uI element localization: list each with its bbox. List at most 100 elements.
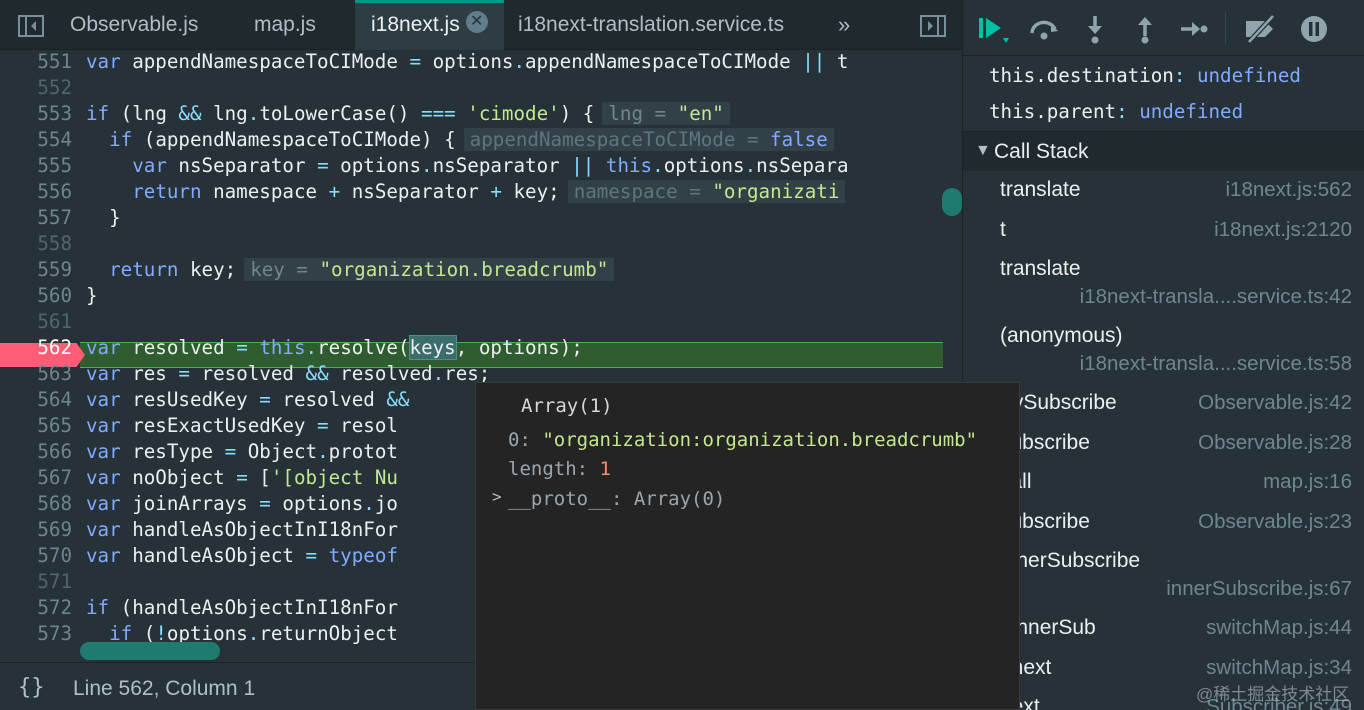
code-line[interactable]: 555 var nsSeparator = options.nsSeparato… bbox=[0, 153, 943, 179]
array-item[interactable]: 0: "organization:organization.breadcrumb… bbox=[508, 429, 977, 451]
frame-location: Observable.js:42 bbox=[1198, 391, 1352, 414]
line-number[interactable]: 569 bbox=[0, 517, 72, 543]
frame-location: i18next.js:562 bbox=[1225, 178, 1352, 201]
toolbar-separator bbox=[1225, 12, 1226, 44]
line-number[interactable]: 561 bbox=[0, 309, 72, 335]
frame-location: switchMap.js:44 bbox=[1206, 616, 1352, 639]
scope-key: this.destination bbox=[989, 64, 1174, 87]
code-text: return key; key = "organization.breadcrum… bbox=[86, 257, 615, 283]
call-stack-header[interactable]: ▼ Call Stack bbox=[963, 131, 1364, 171]
code-text: var noObject = ['[object Nu bbox=[86, 466, 398, 489]
call-stack-frame[interactable]: innerSubscribe innerSubscribe.js:67 bbox=[963, 545, 1364, 612]
call-stack-frame[interactable]: translate i18next-transla....service.ts:4… bbox=[963, 253, 1364, 320]
line-number[interactable]: 552 bbox=[0, 75, 72, 101]
code-text: if (handleAsObjectInI18nFor bbox=[86, 596, 398, 619]
line-number[interactable]: 564 bbox=[0, 387, 72, 413]
tab-1[interactable]: map.js bbox=[238, 0, 332, 50]
code-text: var resolved = this.resolve(keys, option… bbox=[86, 335, 583, 360]
call-stack-frame[interactable]: subscribe Observable.js:28 bbox=[963, 427, 1364, 467]
expand-chevron-icon[interactable]: > bbox=[492, 487, 502, 506]
line-number[interactable]: 553 bbox=[0, 101, 72, 127]
code-line[interactable]: 554 if (appendNamespaceToCIMode) {append… bbox=[0, 127, 943, 153]
pause-on-exceptions-icon[interactable] bbox=[1297, 12, 1331, 46]
call-stack-frame[interactable]: trySubscribe Observable.js:42 bbox=[963, 387, 1364, 427]
code-text: var resType = Object.protot bbox=[86, 440, 398, 463]
navigator-toggle-icon[interactable] bbox=[18, 14, 44, 38]
line-number[interactable]: 560 bbox=[0, 283, 72, 309]
scope-variable[interactable]: this.destination: undefined bbox=[989, 64, 1301, 87]
line-number[interactable]: 562 bbox=[0, 335, 72, 361]
resume-icon[interactable] bbox=[977, 12, 1011, 46]
scope-value: undefined bbox=[1196, 64, 1301, 87]
code-text: return namespace + nsSeparator + key; nam… bbox=[86, 179, 846, 205]
line-number[interactable]: 573 bbox=[0, 621, 72, 647]
line-number[interactable]: 554 bbox=[0, 127, 72, 153]
line-number[interactable]: 570 bbox=[0, 543, 72, 569]
line-number[interactable]: 565 bbox=[0, 413, 72, 439]
frame-location: map.js:16 bbox=[1263, 470, 1352, 493]
tab-label: i18next.js bbox=[371, 13, 460, 36]
call-stack-frame[interactable]: _innerSub switchMap.js:44 bbox=[963, 612, 1364, 652]
scope-variable[interactable]: this.parent: undefined bbox=[989, 100, 1243, 123]
code-text: } bbox=[86, 206, 121, 229]
call-stack-frame[interactable]: t i18next.js:2120 bbox=[963, 214, 1364, 254]
frame-location: Observable.js:23 bbox=[1198, 509, 1352, 533]
tab-2[interactable]: i18next.js ✕ bbox=[355, 0, 504, 50]
item-index: 0 bbox=[508, 429, 520, 451]
array-length: length: 1 bbox=[508, 458, 611, 480]
call-stack-frame[interactable]: (anonymous) i18next-transla....service.ts… bbox=[963, 320, 1364, 387]
length-key: length bbox=[508, 458, 577, 480]
frame-function-name: (anonymous) bbox=[1000, 324, 1123, 347]
vertical-scrollbar[interactable] bbox=[942, 188, 962, 216]
call-stack-frame[interactable]: translate i18next.js:562 bbox=[963, 174, 1364, 214]
collapse-triangle-icon[interactable]: ▼ bbox=[975, 142, 991, 160]
tab-3[interactable]: i18next-translation.service.ts bbox=[502, 0, 800, 50]
more-tabs-button[interactable]: » bbox=[838, 0, 850, 50]
frame-function-name: translate bbox=[1000, 257, 1081, 280]
code-line[interactable]: 553 if (lng && lng.toLowerCase() === 'cim… bbox=[0, 101, 943, 127]
code-line[interactable]: 558 bbox=[0, 231, 943, 257]
tab-0[interactable]: Observable.js bbox=[54, 0, 214, 50]
code-text: var handleAsObjectInI18nFor bbox=[86, 518, 398, 541]
line-number[interactable]: 555 bbox=[0, 153, 72, 179]
code-line[interactable]: 556 return namespace + nsSeparator + key… bbox=[0, 179, 943, 205]
horizontal-scrollbar[interactable] bbox=[80, 642, 220, 660]
frame-location: Observable.js:28 bbox=[1198, 430, 1352, 454]
close-tab-icon[interactable]: ✕ bbox=[465, 11, 488, 34]
code-text: var resExactUsedKey = resol bbox=[86, 414, 398, 437]
code-line[interactable]: 559 return key; key = "organization.bread… bbox=[0, 257, 943, 283]
step-into-icon[interactable] bbox=[1078, 12, 1112, 46]
frame-location: i18next-transla....service.ts:42 bbox=[1079, 285, 1352, 308]
call-stack-frame[interactable]: callmap.js:16 bbox=[963, 466, 1364, 506]
line-number[interactable]: 568 bbox=[0, 491, 72, 517]
code-line[interactable]: 561 bbox=[0, 309, 943, 335]
line-number[interactable]: 559 bbox=[0, 257, 72, 283]
proto-row[interactable]: __proto__: Array(0) bbox=[508, 488, 725, 510]
code-line[interactable]: 562 var resolved = this.resolve(keys, opt… bbox=[0, 335, 943, 361]
code-line[interactable]: 552 bbox=[0, 75, 943, 101]
line-number[interactable]: 557 bbox=[0, 205, 72, 231]
line-number[interactable]: 566 bbox=[0, 439, 72, 465]
deactivate-breakpoints-icon[interactable] bbox=[1243, 12, 1277, 46]
code-text: if (lng && lng.toLowerCase() === 'cimode… bbox=[86, 101, 730, 127]
line-number[interactable]: 567 bbox=[0, 465, 72, 491]
tab-label: i18next-translation.service.ts bbox=[518, 13, 785, 36]
line-number[interactable]: 572 bbox=[0, 595, 72, 621]
line-number[interactable]: 551 bbox=[0, 52, 72, 75]
step-out-icon[interactable] bbox=[1128, 12, 1162, 46]
code-line[interactable]: 551 var appendNamespaceToCIMode = options… bbox=[0, 52, 943, 75]
line-number[interactable]: 558 bbox=[0, 231, 72, 257]
line-number[interactable]: 556 bbox=[0, 179, 72, 205]
debugger-toggle-icon[interactable] bbox=[920, 14, 946, 38]
pretty-print-icon[interactable]: {} bbox=[18, 675, 45, 700]
step-over-icon[interactable] bbox=[1027, 12, 1061, 46]
code-line[interactable]: 557 } bbox=[0, 205, 943, 231]
step-icon[interactable] bbox=[1177, 12, 1211, 46]
code-line[interactable]: 560} bbox=[0, 283, 943, 309]
line-number[interactable]: 571 bbox=[0, 569, 72, 595]
call-stack-frame[interactable]: subscribe Observable.js:23 bbox=[963, 506, 1364, 546]
variable-preview-popup: Array(1) 0: "organization:organization.b… bbox=[475, 382, 1020, 710]
code-text: var resUsedKey = resolved && bbox=[86, 388, 410, 411]
line-number[interactable]: 563 bbox=[0, 361, 72, 387]
watermark: @稀土掘金技术社区 bbox=[1196, 685, 1350, 704]
